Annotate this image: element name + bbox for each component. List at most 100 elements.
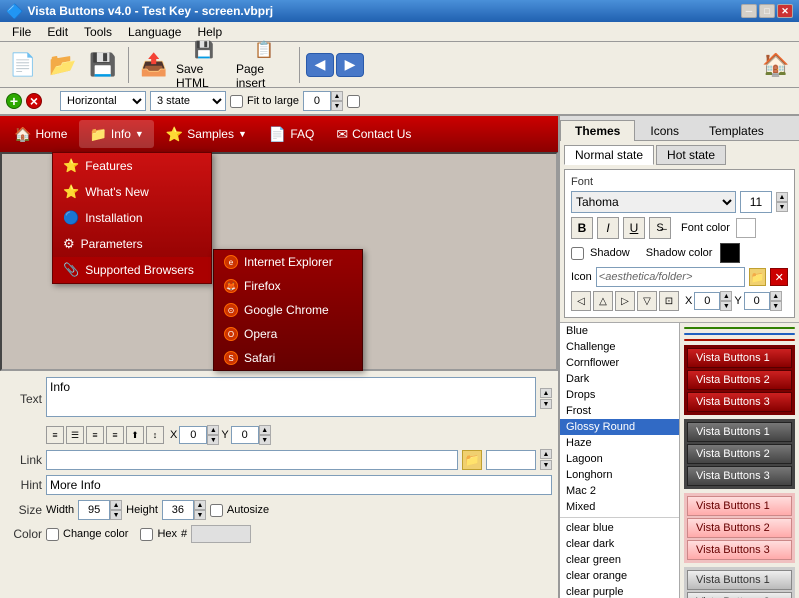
dropdown-supported-browsers[interactable]: 📎 Supported Browsers: [53, 257, 211, 283]
vista-btn-3-dark-red[interactable]: Vista Buttons 3: [687, 392, 792, 412]
italic-button[interactable]: I: [597, 217, 619, 239]
theme-haze[interactable]: Haze: [560, 435, 679, 451]
icon-x-down[interactable]: ▼: [720, 301, 732, 311]
theme-challenge[interactable]: Challenge: [560, 339, 679, 355]
width-up[interactable]: ▲: [110, 500, 122, 510]
icon-pos-up[interactable]: △: [593, 291, 613, 311]
vista-btn-3-dark[interactable]: Vista Buttons 3: [687, 466, 792, 486]
subtheme-clear-blue[interactable]: clear blue: [560, 520, 679, 536]
underline-button[interactable]: U: [623, 217, 645, 239]
change-color-checkbox[interactable]: [46, 528, 59, 541]
remove-item-button[interactable]: ×: [26, 93, 42, 109]
tab-templates[interactable]: Templates: [694, 120, 779, 141]
vista-btn-3-light[interactable]: Vista Buttons 3: [687, 540, 792, 560]
text-scroll-up[interactable]: ▲: [540, 388, 552, 398]
tab-themes[interactable]: Themes: [560, 120, 635, 141]
width-down[interactable]: ▼: [110, 510, 122, 520]
add-item-button[interactable]: +: [6, 93, 22, 109]
nav-tab-faq[interactable]: 📄 FAQ: [259, 120, 324, 148]
zoom-up-button[interactable]: ▲: [331, 91, 343, 101]
hex-input[interactable]: [191, 525, 251, 543]
theme-mac2[interactable]: Mac 2: [560, 483, 679, 499]
shadow-checkbox[interactable]: [571, 247, 584, 260]
y-down[interactable]: ▼: [259, 435, 271, 445]
x-up[interactable]: ▲: [207, 425, 219, 435]
open-button[interactable]: 📂: [44, 46, 82, 84]
subtheme-clear-dark[interactable]: clear dark: [560, 536, 679, 552]
submenu-safari[interactable]: S Safari: [214, 346, 362, 370]
icon-y-up[interactable]: ▲: [770, 291, 782, 301]
font-size-input[interactable]: [740, 191, 772, 213]
tab-normal-state[interactable]: Normal state: [564, 145, 654, 165]
font-size-down[interactable]: ▼: [776, 202, 788, 212]
nav-tab-samples[interactable]: ⭐ Samples ▼: [156, 120, 257, 148]
align-left[interactable]: ≡: [46, 426, 64, 444]
orientation-select[interactable]: Horizontal Vertical: [60, 91, 146, 111]
zoom-down-button[interactable]: ▼: [331, 101, 343, 111]
theme-glossy-round[interactable]: Glossy Round: [560, 419, 679, 435]
align-right[interactable]: ≡: [86, 426, 104, 444]
nav-tab-contact[interactable]: ✉ Contact Us: [326, 120, 421, 148]
new-button[interactable]: 📄: [4, 46, 42, 84]
dropdown-features[interactable]: ⭐ Features: [53, 153, 211, 179]
preview-red-btn[interactable]: [684, 339, 795, 341]
close-button[interactable]: ✕: [777, 4, 793, 18]
icon-browse-button[interactable]: 📁: [749, 268, 767, 286]
save-button[interactable]: 💾: [84, 46, 122, 84]
vista-btn-1-dark[interactable]: Vista Buttons 1: [687, 422, 792, 442]
theme-drops[interactable]: Drops: [560, 387, 679, 403]
font-size-up[interactable]: ▲: [776, 192, 788, 202]
x-input[interactable]: [179, 426, 207, 444]
icon-path-input[interactable]: [596, 267, 745, 287]
align-justify[interactable]: ≡: [106, 426, 124, 444]
font-color-swatch[interactable]: [736, 218, 756, 238]
state-select[interactable]: 2 state 3 state 4 state: [150, 91, 226, 111]
icon-pos-down[interactable]: ▽: [637, 291, 657, 311]
link-scroll-down[interactable]: ▼: [540, 460, 552, 470]
link-input[interactable]: [46, 450, 458, 470]
page-insert-button[interactable]: 📋 Page insert: [235, 46, 293, 84]
bold-button[interactable]: B: [571, 217, 593, 239]
link-folder-button[interactable]: 📁: [462, 450, 482, 470]
align-top[interactable]: ⬆: [126, 426, 144, 444]
zoom-input[interactable]: [303, 91, 331, 111]
align-middle[interactable]: ↕: [146, 426, 164, 444]
minimize-button[interactable]: ─: [741, 4, 757, 18]
nav-tab-home[interactable]: 🏠 Home: [4, 120, 77, 148]
vista-btn-2-light[interactable]: Vista Buttons 2: [687, 518, 792, 538]
tab-icons[interactable]: Icons: [635, 120, 694, 141]
menu-help[interactable]: Help: [189, 23, 230, 41]
autosize-checkbox[interactable]: [210, 504, 223, 517]
theme-longhorn[interactable]: Longhorn: [560, 467, 679, 483]
icon-x-up[interactable]: ▲: [720, 291, 732, 301]
nav-tab-info[interactable]: 📁 Info ▼: [79, 120, 153, 148]
icon-y-input[interactable]: [744, 292, 770, 310]
theme-frost[interactable]: Frost: [560, 403, 679, 419]
theme-dark[interactable]: Dark: [560, 371, 679, 387]
menu-language[interactable]: Language: [120, 23, 189, 41]
menu-tools[interactable]: Tools: [76, 23, 120, 41]
align-center[interactable]: ☰: [66, 426, 84, 444]
link-scroll-up[interactable]: ▲: [540, 449, 552, 459]
height-down[interactable]: ▼: [194, 510, 206, 520]
menu-file[interactable]: File: [4, 23, 39, 41]
icon-pos-center[interactable]: ⊡: [659, 291, 679, 311]
height-up[interactable]: ▲: [194, 500, 206, 510]
maximize-button[interactable]: □: [759, 4, 775, 18]
fit-to-large-checkbox[interactable]: [230, 95, 243, 108]
import-button[interactable]: 📤: [135, 46, 173, 84]
x-down[interactable]: ▼: [207, 435, 219, 445]
icon-x-input[interactable]: [694, 292, 720, 310]
icon-y-down[interactable]: ▼: [770, 301, 782, 311]
height-input[interactable]: [162, 500, 194, 520]
hint-input[interactable]: [46, 475, 552, 495]
submenu-chrome[interactable]: ⊙ Google Chrome: [214, 298, 362, 322]
subtheme-clear-purple[interactable]: clear purple: [560, 584, 679, 598]
link-target-input[interactable]: [486, 450, 536, 470]
dropdown-installation[interactable]: 🔵 Installation: [53, 205, 211, 231]
icon-clear-button[interactable]: ✕: [770, 268, 788, 286]
preview-green-btn[interactable]: [684, 327, 795, 329]
dropdown-whats-new[interactable]: ⭐ What's New: [53, 179, 211, 205]
tab-hot-state[interactable]: Hot state: [656, 145, 726, 165]
vista-btn-1-light[interactable]: Vista Buttons 1: [687, 496, 792, 516]
